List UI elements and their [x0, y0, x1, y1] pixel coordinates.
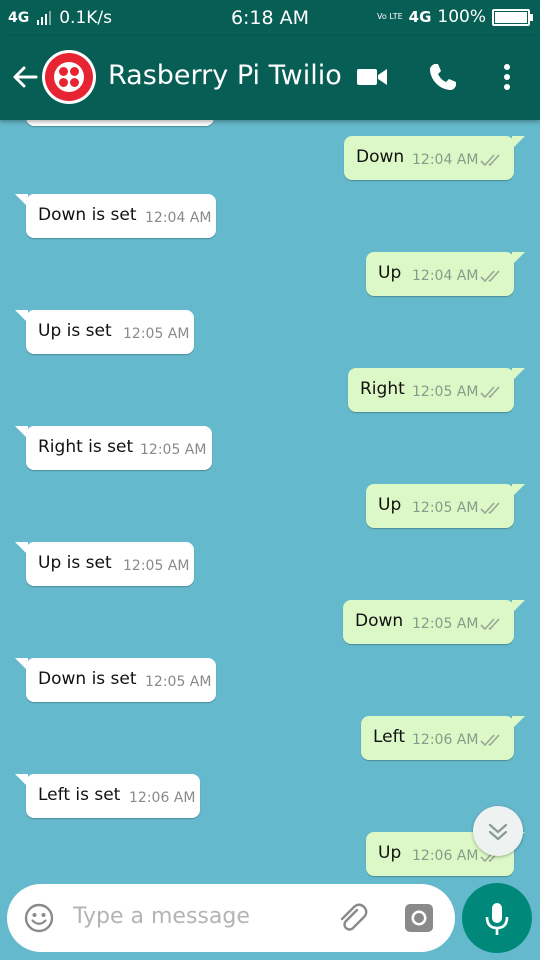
read-receipt-icon [480, 502, 500, 515]
message-time: 12:05 AM [140, 442, 207, 458]
status-right: Vo LTE 4G 100% [377, 7, 533, 27]
voice-record-button[interactable] [462, 883, 532, 953]
message-time: 12:04 AM [412, 268, 479, 284]
message-text: Down is set [38, 205, 137, 225]
message-time: 12:05 AM [412, 616, 479, 632]
message-bubble-out[interactable]: Right 12:05 AM [348, 368, 525, 412]
battery-icon [492, 8, 533, 26]
phone-icon[interactable] [426, 60, 460, 94]
message-text: Down is set [38, 669, 137, 689]
message-time: 12:06 AM [412, 848, 479, 864]
message-bubble-in[interactable]: Down is set 12:04 AM [15, 194, 216, 238]
message-text: Down [356, 147, 405, 167]
message-time: 12:06 AM [129, 790, 196, 806]
message-bubble-in[interactable]: Up is set 12:05 AM [15, 310, 194, 354]
message-bubble-out[interactable]: Down 12:05 AM [343, 600, 525, 644]
message-text: Down [355, 611, 404, 631]
message-time: 12:04 AM [145, 210, 212, 226]
chat-area[interactable]: Down 12:04 AM Down is set 12:04 AM Up 12… [0, 120, 540, 882]
chat-header: Rasberry Pi Twilio [0, 36, 540, 120]
status-bar: 4G 0.1K/s 6:18 AM Vo LTE 4G 100% [0, 0, 540, 36]
message-text: Up is set [38, 321, 112, 341]
message-time: 12:05 AM [145, 674, 212, 690]
message-time: 12:05 AM [123, 326, 190, 342]
attach-icon[interactable] [335, 901, 369, 935]
message-bubble-in[interactable]: Up is set 12:05 AM [15, 542, 194, 586]
message-bubble-out[interactable]: Up 12:04 AM [366, 252, 525, 296]
message-text: Left is set [38, 785, 121, 805]
message-text: Left [373, 727, 405, 747]
message-bubble-out[interactable]: Up 12:05 AM [366, 484, 525, 528]
message-text: Up [378, 495, 402, 515]
back-arrow-icon[interactable] [8, 60, 42, 94]
scroll-to-bottom-button[interactable] [473, 806, 523, 856]
read-receipt-icon [480, 734, 500, 747]
message-bubble-out[interactable]: Down 12:04 AM [344, 136, 525, 180]
volte-indicator: Vo LTE [377, 12, 403, 21]
message-time: 12:05 AM [412, 500, 479, 516]
message-text: Right is set [38, 437, 134, 457]
message-time: 12:06 AM [412, 732, 479, 748]
message-text: Up is set [38, 553, 112, 573]
read-receipt-icon [480, 270, 500, 283]
message-time: 12:05 AM [412, 384, 479, 400]
message-bubble-in[interactable]: Right is set 12:05 AM [15, 426, 212, 470]
message-time: 12:04 AM [412, 152, 479, 168]
double-chevron-down-icon [488, 823, 508, 841]
message-bubble-out[interactable]: Left 12:06 AM [361, 716, 525, 760]
message-composer[interactable]: Type a message [7, 884, 455, 952]
message-bubble-in[interactable]: Left is set 12:06 AM [15, 774, 200, 818]
battery-percent: 100% [437, 7, 486, 27]
network-type-2: 4G [408, 8, 432, 26]
message-bubble-partial [26, 120, 214, 126]
read-receipt-icon [480, 618, 500, 631]
contact-name[interactable]: Rasberry Pi Twilio [108, 60, 342, 91]
read-receipt-icon [480, 386, 500, 399]
message-text: Up [378, 263, 402, 283]
emoji-icon[interactable] [23, 902, 55, 934]
video-call-icon[interactable] [355, 60, 389, 94]
message-text: Right [360, 379, 405, 399]
more-vert-icon[interactable] [490, 60, 524, 94]
message-input[interactable]: Type a message [73, 904, 250, 929]
camera-icon[interactable] [403, 902, 435, 934]
mic-icon [485, 903, 509, 935]
avatar[interactable] [42, 50, 96, 104]
twilio-logo-icon [45, 53, 93, 101]
message-bubble-in[interactable]: Down is set 12:05 AM [15, 658, 216, 702]
message-text: Up [378, 843, 402, 863]
message-time: 12:05 AM [123, 558, 190, 574]
read-receipt-icon [480, 154, 500, 167]
